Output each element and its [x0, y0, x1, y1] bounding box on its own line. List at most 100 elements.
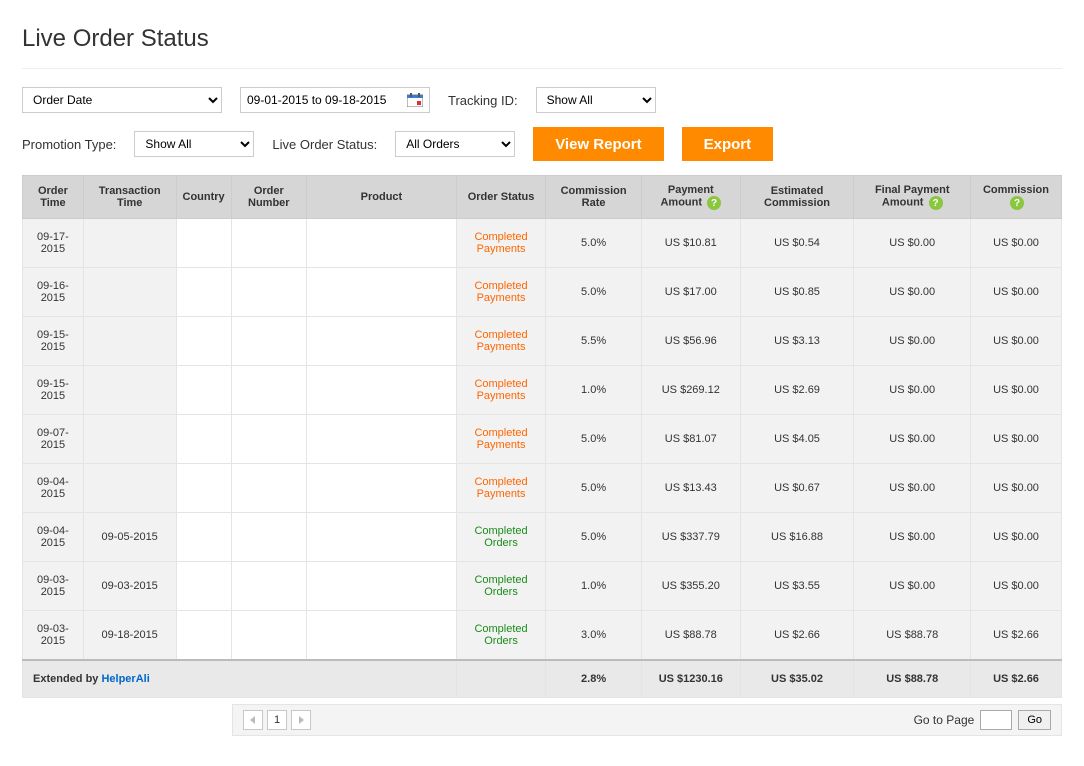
- cell-est: US $0.85: [740, 268, 854, 317]
- cell-status: CompletedPayments: [456, 268, 545, 317]
- tracking-id-label: Tracking ID:: [448, 93, 518, 108]
- cell-order-number: [231, 366, 306, 415]
- extended-by-link[interactable]: HelperAli: [101, 673, 149, 685]
- filters-area: Order Date Tracking ID: Show All: [22, 87, 1062, 161]
- cell-country: [176, 219, 231, 268]
- table-row: 09-04-2015CompletedPayments5.0%US $13.43…: [23, 464, 1062, 513]
- cell-comm: US $0.00: [971, 366, 1062, 415]
- col-final-payment-amount: Final Payment Amount ?: [854, 176, 971, 219]
- cell-rate: 5.0%: [546, 513, 642, 562]
- cell-order-time: 09-03-2015: [23, 562, 84, 611]
- goto-page-button[interactable]: Go: [1018, 710, 1051, 730]
- cell-status: CompletedPayments: [456, 415, 545, 464]
- cell-est: US $0.54: [740, 219, 854, 268]
- cell-status: Completed Orders: [456, 562, 545, 611]
- totals-status: [456, 660, 545, 698]
- view-report-button[interactable]: View Report: [533, 127, 663, 161]
- cell-final: US $0.00: [854, 317, 971, 366]
- calendar-icon[interactable]: [407, 93, 423, 107]
- cell-txn-time: [83, 415, 176, 464]
- cell-product: [306, 464, 456, 513]
- cell-txn-time: 09-05-2015: [83, 513, 176, 562]
- cell-est: US $2.66: [740, 611, 854, 661]
- cell-txn-time: [83, 268, 176, 317]
- goto-page-input[interactable]: [980, 710, 1012, 730]
- cell-rate: 5.5%: [546, 317, 642, 366]
- cell-comm: US $0.00: [971, 513, 1062, 562]
- promotion-type-label: Promotion Type:: [22, 137, 116, 152]
- help-icon[interactable]: ?: [929, 196, 943, 210]
- cell-comm: US $2.66: [971, 611, 1062, 661]
- cell-product: [306, 219, 456, 268]
- table-row: 09-16-2015CompletedPayments5.0%US $17.00…: [23, 268, 1062, 317]
- next-page-button[interactable]: [291, 710, 311, 730]
- order-status-select[interactable]: All Orders: [395, 131, 515, 157]
- cell-txn-time: [83, 464, 176, 513]
- cell-order-time: 09-04-2015: [23, 513, 84, 562]
- col-payment-amount: Payment Amount ?: [642, 176, 741, 219]
- cell-status: CompletedPayments: [456, 464, 545, 513]
- col-order-status: Order Status: [456, 176, 545, 219]
- col-estimated-commission: Estimated Commission: [740, 176, 854, 219]
- col-commission-rate: Commission Rate: [546, 176, 642, 219]
- cell-pay: US $355.20: [642, 562, 741, 611]
- cell-product: [306, 366, 456, 415]
- cell-country: [176, 268, 231, 317]
- table-header-row: Order Time Transaction Time Country Orde…: [23, 176, 1062, 219]
- cell-order-time: 09-07-2015: [23, 415, 84, 464]
- cell-country: [176, 366, 231, 415]
- col-order-time: Order Time: [23, 176, 84, 219]
- cell-order-number: [231, 513, 306, 562]
- export-button[interactable]: Export: [682, 127, 774, 161]
- cell-product: [306, 513, 456, 562]
- help-icon[interactable]: ?: [707, 196, 721, 210]
- cell-comm: US $0.00: [971, 464, 1062, 513]
- cell-order-number: [231, 219, 306, 268]
- totals-row: Extended by HelperAli 2.8% US $1230.16 U…: [23, 660, 1062, 698]
- cell-pay: US $337.79: [642, 513, 741, 562]
- cell-pay: US $269.12: [642, 366, 741, 415]
- order-date-select[interactable]: Order Date: [22, 87, 222, 113]
- cell-rate: 1.0%: [546, 562, 642, 611]
- cell-status: CompletedPayments: [456, 317, 545, 366]
- date-range-text[interactable]: [247, 93, 397, 107]
- cell-order-time: 09-17-2015: [23, 219, 84, 268]
- table-row: 09-03-201509-03-2015Completed Orders1.0%…: [23, 562, 1062, 611]
- totals-final: US $88.78: [854, 660, 971, 698]
- cell-rate: 5.0%: [546, 268, 642, 317]
- cell-txn-time: [83, 219, 176, 268]
- cell-order-number: [231, 415, 306, 464]
- cell-order-time: 09-15-2015: [23, 317, 84, 366]
- pager: 1 Go to Page Go: [232, 704, 1062, 736]
- col-country: Country: [176, 176, 231, 219]
- page-title: Live Order Status: [22, 10, 1062, 68]
- cell-est: US $4.05: [740, 415, 854, 464]
- date-range-input[interactable]: [240, 87, 430, 113]
- cell-rate: 1.0%: [546, 366, 642, 415]
- cell-product: [306, 268, 456, 317]
- tracking-id-select[interactable]: Show All: [536, 87, 656, 113]
- totals-rate: 2.8%: [546, 660, 642, 698]
- cell-rate: 3.0%: [546, 611, 642, 661]
- cell-order-time: 09-16-2015: [23, 268, 84, 317]
- cell-txn-time: [83, 317, 176, 366]
- table-row: 09-15-2015CompletedPayments1.0%US $269.1…: [23, 366, 1062, 415]
- cell-txn-time: 09-18-2015: [83, 611, 176, 661]
- table-row: 09-04-201509-05-2015Completed Orders5.0%…: [23, 513, 1062, 562]
- col-transaction-time: Transaction Time: [83, 176, 176, 219]
- cell-est: US $0.67: [740, 464, 854, 513]
- cell-country: [176, 513, 231, 562]
- cell-order-number: [231, 611, 306, 661]
- table-row: 09-15-2015CompletedPayments5.5%US $56.96…: [23, 317, 1062, 366]
- col-product: Product: [306, 176, 456, 219]
- cell-order-time: 09-04-2015: [23, 464, 84, 513]
- cell-product: [306, 415, 456, 464]
- promotion-type-select[interactable]: Show All: [134, 131, 254, 157]
- prev-page-button[interactable]: [243, 710, 263, 730]
- cell-order-number: [231, 268, 306, 317]
- help-icon[interactable]: ?: [1010, 196, 1024, 210]
- page-number-button[interactable]: 1: [267, 710, 287, 730]
- cell-product: [306, 611, 456, 661]
- totals-est: US $35.02: [740, 660, 854, 698]
- cell-rate: 5.0%: [546, 464, 642, 513]
